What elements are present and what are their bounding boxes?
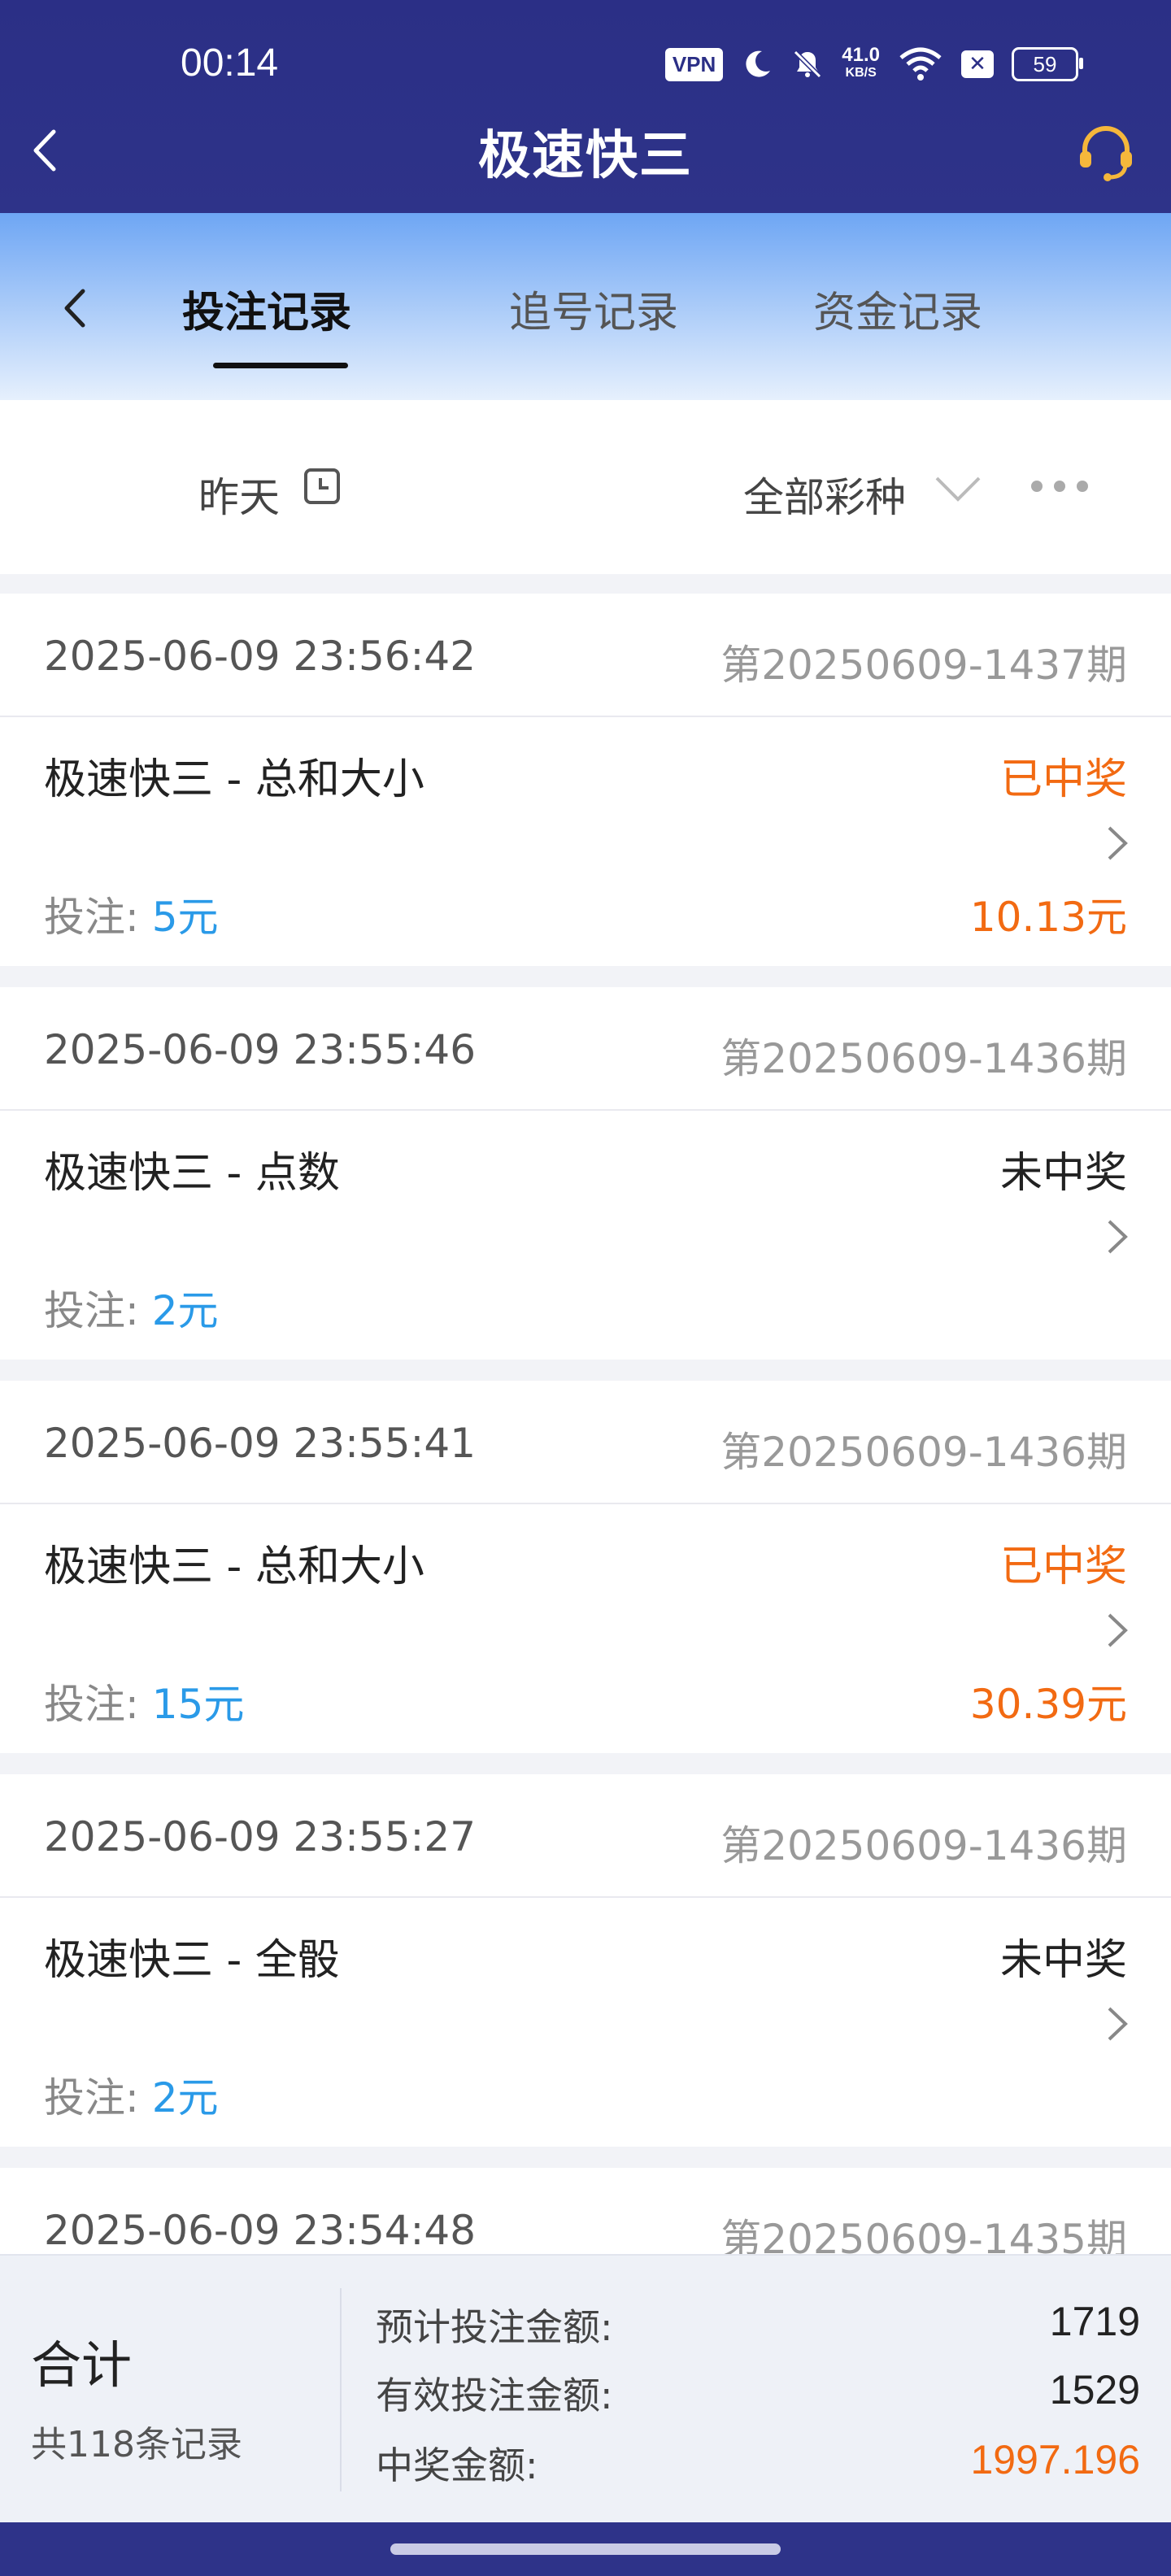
battery-icon: 59 [1012, 47, 1083, 81]
bet-amount: 2元 [151, 1287, 219, 1334]
bet-record[interactable]: 2025-06-09 23:55:27 第20250609-1436期 极速快三… [0, 1774, 1171, 2147]
more-icon[interactable] [1030, 478, 1090, 494]
record-bet: 投注: 2元 [44, 1278, 219, 1337]
bet-amount: 2元 [151, 2074, 219, 2121]
record-game: 极速快三 - 全骰 [44, 1936, 340, 1985]
summary-value: 1719 [1049, 2299, 1140, 2344]
battery-level: 59 [1033, 51, 1057, 76]
vpn-badge: VPN [664, 47, 724, 81]
moon-icon [746, 50, 771, 77]
record-body: 极速快三 - 点数 未中奖 投注: 2元 [0, 1111, 1171, 1360]
x-box-icon: ✕ [961, 50, 994, 78]
summary-value: 1997.196 [970, 2437, 1140, 2482]
record-prize: 30.39元 [969, 1681, 1127, 1728]
record-status: 已中奖 [999, 755, 1127, 804]
record-body: 极速快三 - 总和大小 已中奖 投注: 5元 10.13元 [0, 717, 1171, 966]
record-count: 共118条记录 [31, 2424, 242, 2465]
record-game: 极速快三 - 点数 [44, 1149, 340, 1198]
record-header: 2025-06-09 23:56:42 第20250609-1437期 [0, 594, 1171, 717]
active-tab-indicator [213, 363, 348, 368]
tab-bet-records[interactable]: 投注记录 [182, 278, 351, 339]
summary-label: 中奖金额: [376, 2443, 538, 2487]
summary-row-prize: 中奖金额: 1997.196 [376, 2436, 1140, 2490]
record-issue: 第20250609-1436期 [720, 1429, 1127, 1476]
summary-label: 预计投注金额: [376, 2305, 613, 2349]
summary-value: 1529 [1049, 2367, 1140, 2413]
chevron-right-icon[interactable] [1104, 823, 1129, 864]
mute-bell-icon [794, 50, 822, 79]
home-handle[interactable] [390, 2543, 781, 2555]
summary-divider [340, 2288, 342, 2491]
calendar-icon[interactable] [303, 467, 342, 506]
wifi-icon [899, 47, 942, 80]
record-bet: 投注: 15元 [44, 1672, 244, 1730]
bet-record[interactable]: 2025-06-09 23:55:46 第20250609-1436期 极速快三… [0, 987, 1171, 1360]
record-time: 2025-06-09 23:55:46 [44, 1026, 477, 1073]
record-status: 未中奖 [999, 1149, 1127, 1198]
chevron-down-icon[interactable] [932, 472, 984, 504]
record-status: 未中奖 [999, 1936, 1127, 1985]
record-header: 2025-06-09 23:55:46 第20250609-1436期 [0, 987, 1171, 1111]
filter-bar: 昨天 全部彩种 [0, 400, 1171, 574]
date-filter[interactable]: 昨天 [198, 465, 280, 524]
headset-icon[interactable] [1073, 120, 1138, 185]
speed-unit: KB/S [845, 66, 877, 80]
network-speed: 41.0 KB/S [842, 46, 880, 82]
bet-label: 投注: [44, 1287, 152, 1334]
bet-record-list: 2025-06-09 23:56:42 第20250609-1437期 极速快三… [0, 594, 1171, 2313]
chevron-right-icon[interactable] [1104, 1216, 1129, 1257]
status-time: 00:14 [181, 41, 279, 85]
record-game: 极速快三 - 总和大小 [44, 755, 424, 804]
record-body: 极速快三 - 总和大小 已中奖 投注: 15元 30.39元 [0, 1504, 1171, 1753]
bet-label: 投注: [44, 2074, 152, 2121]
record-issue: 第20250609-1437期 [720, 642, 1127, 689]
speed-value: 41.0 [842, 44, 880, 66]
tab-chase-records[interactable]: 追号记录 [509, 278, 678, 339]
record-time: 2025-06-09 23:55:27 [44, 1813, 477, 1860]
record-body: 极速快三 - 全骰 未中奖 投注: 2元 [0, 1898, 1171, 2147]
record-tabs: 投注记录 追号记录 资金记录 [0, 213, 1171, 400]
bet-amount: 5元 [151, 894, 219, 941]
tab-back-icon[interactable] [57, 280, 93, 337]
bet-record[interactable]: 2025-06-09 23:55:41 第20250609-1436期 极速快三… [0, 1381, 1171, 1753]
record-game: 极速快三 - 总和大小 [44, 1543, 424, 1591]
bet-label: 投注: [44, 894, 152, 941]
summary-panel: 合计 共118条记录 预计投注金额: 1719 有效投注金额: 1529 中奖金… [0, 2254, 1171, 2524]
record-prize: 10.13元 [969, 894, 1127, 941]
bet-amount: 15元 [151, 1681, 245, 1728]
record-issue: 第20250609-1436期 [720, 1035, 1127, 1082]
bet-record[interactable]: 2025-06-09 23:56:42 第20250609-1437期 极速快三… [0, 594, 1171, 966]
summary-row-valid-bet: 有效投注金额: 1529 [376, 2366, 1140, 2420]
summary-row-expected-bet: 预计投注金额: 1719 [376, 2298, 1140, 2352]
record-header: 2025-06-09 23:55:41 第20250609-1436期 [0, 1381, 1171, 1504]
record-time: 2025-06-09 23:54:48 [44, 2207, 477, 2254]
summary-title: 合计 [31, 2335, 133, 2395]
record-time: 2025-06-09 23:55:41 [44, 1420, 477, 1467]
bet-label: 投注: [44, 1681, 152, 1728]
summary-label: 有效投注金额: [376, 2374, 613, 2417]
chevron-right-icon[interactable] [1104, 1610, 1129, 1651]
page-title: 极速快三 [478, 126, 693, 186]
top-bar: 00:14 VPN 41.0 KB/S ✕ 59 极速快三 [0, 0, 1171, 213]
record-time: 2025-06-09 23:56:42 [44, 633, 477, 680]
record-issue: 第20250609-1436期 [720, 1822, 1127, 1869]
record-bet: 投注: 5元 [44, 885, 219, 943]
tab-fund-records[interactable]: 资金记录 [813, 278, 982, 339]
record-status: 已中奖 [999, 1543, 1127, 1591]
system-nav-bar [0, 2522, 1171, 2576]
record-header: 2025-06-09 23:55:27 第20250609-1436期 [0, 1774, 1171, 1898]
status-icons: VPN 41.0 KB/S ✕ 59 [664, 44, 1083, 85]
lottery-filter[interactable]: 全部彩种 [743, 465, 906, 524]
chevron-right-icon[interactable] [1104, 2004, 1129, 2044]
record-bet: 投注: 2元 [44, 2065, 219, 2124]
